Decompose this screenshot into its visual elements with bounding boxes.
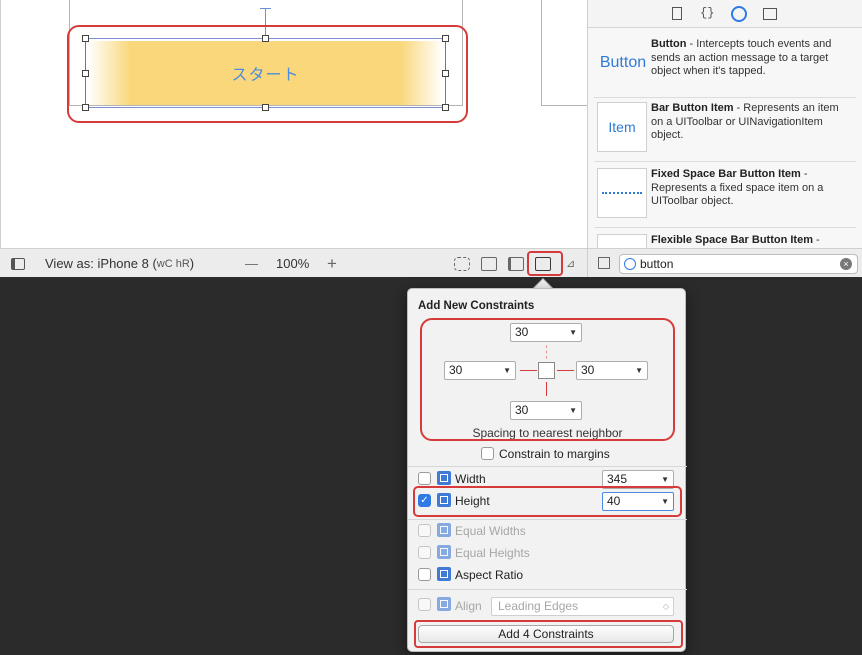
button-highlight-annotation (67, 25, 468, 123)
add-constraints-popover: Add New Constraints 30 ▼ 30 ▼ 30 ▼ 30 ▼ Spac… (407, 288, 687, 652)
library-item-fixed-space[interactable]: Fixed Space Bar Button Item - Represents… (594, 162, 856, 228)
width-icon (437, 471, 451, 485)
bar-button-thumb: Item (597, 102, 647, 152)
library-item-title: Button (651, 38, 687, 50)
zoom-out-button[interactable]: — (245, 249, 258, 278)
filter-value: button (640, 257, 674, 271)
update-frames-icon (454, 256, 470, 271)
view-as-label: View as: iPhone 8 ( (45, 256, 157, 271)
separator (408, 466, 687, 467)
align-icon (437, 597, 451, 611)
aspect-ratio-label: Aspect Ratio (455, 568, 524, 582)
aspect-ratio-checkbox[interactable] (418, 568, 431, 581)
updown-arrow-icon: ◇ (662, 602, 669, 611)
equal-widths-icon (437, 523, 451, 537)
width-label: Width (455, 472, 486, 486)
pin-button-highlight (527, 251, 563, 276)
equal-heights-checkbox[interactable] (418, 546, 431, 559)
resolve-icon: ⊿ (566, 258, 576, 270)
height-highlight-annotation (413, 486, 682, 517)
embed-in-button[interactable] (481, 249, 497, 278)
constrain-margins-label: Constrain to margins (499, 447, 610, 461)
embed-in-icon (481, 256, 497, 271)
equal-widths-label: Equal Widths (455, 524, 526, 538)
library-item-text: Fixed Space Bar Button Item - Represents… (651, 168, 851, 209)
object-library: {} Button Button - Intercepts touch even… (587, 0, 862, 277)
library-item-text: Button - Intercepts touch events and sen… (651, 38, 851, 79)
clear-icon[interactable]: × (840, 258, 852, 270)
media-library-tab-icon[interactable] (763, 8, 777, 20)
spacing-highlight-annotation (420, 318, 675, 441)
file-template-tab-icon[interactable] (672, 7, 682, 20)
object-library-tab-icon[interactable] (731, 6, 747, 22)
align-button[interactable] (508, 249, 524, 278)
grid-view-icon[interactable] (598, 257, 610, 269)
width-checkbox[interactable] (418, 472, 431, 485)
equal-widths-checkbox[interactable] (418, 524, 431, 537)
library-item-title: Fixed Space Bar Button Item (651, 168, 801, 180)
library-item-title: Bar Button Item (651, 102, 734, 114)
sidebar-icon (11, 257, 25, 270)
library-item-title: Flexible Space Bar Button Item (651, 234, 813, 246)
library-filter-input[interactable]: button × (619, 254, 858, 274)
separator (408, 519, 687, 520)
library-item-text: Bar Button Item - Represents an item on … (651, 102, 851, 143)
library-item-text: Flexible Space Bar Button Item - (651, 234, 851, 248)
button-thumb: Button (599, 54, 647, 71)
equal-heights-icon (437, 545, 451, 559)
popover-title: Add New Constraints (418, 300, 535, 312)
constrain-margins-checkbox[interactable] (481, 447, 494, 460)
library-tabs: {} (588, 0, 862, 28)
width-value: 345 (607, 472, 628, 486)
size-class-label: wC hR (156, 257, 190, 270)
filter-icon (624, 258, 636, 270)
code-snippet-tab-icon[interactable]: {} (700, 6, 714, 20)
update-frames-button[interactable] (454, 249, 470, 278)
resolve-issues-button[interactable]: ⊿ (566, 249, 575, 278)
zoom-in-button[interactable]: + (327, 249, 337, 278)
add-button-highlight-annotation (414, 620, 683, 648)
library-item-desc: - (812, 234, 820, 246)
storyboard-canvas[interactable]: スタート (0, 0, 587, 248)
align-value: Leading Edges (498, 599, 579, 613)
separator (408, 589, 687, 590)
align-select[interactable]: Leading Edges ◇ (491, 597, 674, 616)
view-as-close: ) (189, 256, 195, 271)
align-label: Align (455, 599, 482, 613)
aspect-ratio-icon (437, 567, 451, 581)
view-controller-frame-secondary (541, 0, 587, 106)
view-as-device[interactable]: View as: iPhone 8 ( wC hR ) (45, 249, 194, 278)
align-icon (508, 256, 524, 271)
fixed-space-icon (602, 192, 642, 194)
library-item-button[interactable]: Button Button - Intercepts touch events … (594, 32, 856, 98)
zoom-level[interactable]: 100% (276, 249, 309, 278)
align-checkbox[interactable] (418, 598, 431, 611)
library-filter-bar: button × (588, 248, 862, 277)
canvas-bottom-bar: View as: iPhone 8 ( wC hR ) — 100% + ⊿ (0, 248, 587, 277)
library-item-bar-button[interactable]: Item Bar Button Item - Represents an ite… (594, 96, 856, 162)
document-outline-toggle[interactable] (11, 249, 25, 278)
fixed-space-thumb (597, 168, 647, 218)
equal-heights-label: Equal Heights (455, 546, 530, 560)
